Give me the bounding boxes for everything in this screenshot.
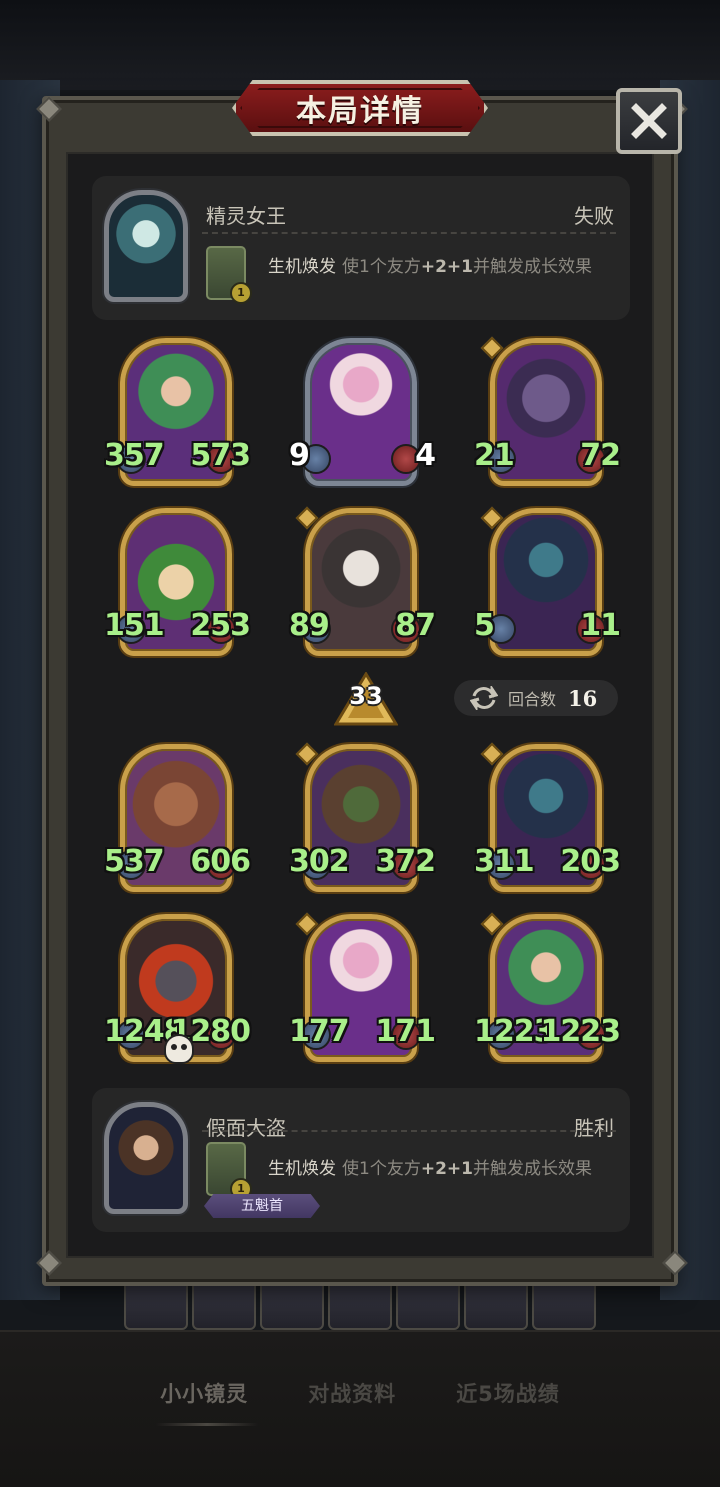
skill-description: 使1个友方+2+1并触发成长效果 xyxy=(342,1159,592,1179)
minion-card[interactable]: 177 171 xyxy=(289,912,436,1062)
minion-attack: 151 xyxy=(104,608,165,643)
round-cycle-icon xyxy=(470,686,498,710)
minion-health: 171 xyxy=(375,1014,436,1049)
minion-attack: 311 xyxy=(474,844,535,879)
skill-level: 1 xyxy=(230,282,252,304)
hero-skill-icon[interactable]: 1 xyxy=(206,246,252,304)
skill-desc-post: 并触发成长效果 xyxy=(472,1159,592,1179)
dialog-title: 本局详情 xyxy=(296,94,424,129)
tavern-tier-value: 33 xyxy=(349,682,383,710)
minion-attack: 302 xyxy=(289,844,350,879)
minion-card[interactable]: 151 253 xyxy=(104,508,251,656)
skull-icon xyxy=(164,1034,194,1064)
minion-attack: 357 xyxy=(104,438,165,473)
minion-health: 372 xyxy=(375,844,436,879)
title-plate: 本局详情 xyxy=(232,80,488,136)
minion-health: 573 xyxy=(190,438,251,473)
close-icon xyxy=(631,103,667,139)
minion-card[interactable]: 5 11 xyxy=(474,506,621,656)
minion-card[interactable]: 537 606 xyxy=(104,744,251,892)
minion-card[interactable]: 21 72 xyxy=(474,336,621,486)
minion-health: 203 xyxy=(560,844,621,879)
minion-card[interactable]: 311 203 xyxy=(474,742,621,892)
minion-health: 606 xyxy=(190,844,251,879)
minion-card[interactable]: 357 573 xyxy=(104,338,251,486)
minion-health: 72 xyxy=(580,438,621,473)
minion-card[interactable]: 302 372 xyxy=(289,742,436,892)
minion-card[interactable]: 1223 1223 xyxy=(474,912,621,1062)
minion-attack: 89 xyxy=(289,608,330,643)
tab-recent-5-matches[interactable]: 近5场战绩 xyxy=(452,1378,564,1418)
bottom-tabs: 小小镜灵 对战资料 近5场战绩 xyxy=(0,1378,720,1426)
skill-name: 生机焕发 xyxy=(268,257,336,277)
hero-skill-text: 生机焕发 使1个友方+2+1并触发成长效果 xyxy=(268,252,592,277)
player-result: 胜利 xyxy=(574,1116,614,1140)
skill-desc-pre: 使1个友方 xyxy=(342,1159,421,1179)
minion-card[interactable]: 1248 1280 xyxy=(104,914,251,1064)
skill-desc-bold: +2+1 xyxy=(420,257,473,277)
skill-description: 使1个友方+2+1并触发成长效果 xyxy=(342,257,592,277)
minion-attack: 21 xyxy=(474,438,515,473)
minion-health: 11 xyxy=(580,608,621,643)
player-card: 假面大盗 胜利 1 生机焕发 使1个友方+2+1并触发成长效果 五魁首 xyxy=(92,1088,630,1232)
round-value: 16 xyxy=(568,685,598,711)
round-label: 回合数 xyxy=(508,690,557,709)
tab-battle-info[interactable]: 对战资料 xyxy=(304,1378,400,1418)
skill-desc-pre: 使1个友方 xyxy=(342,257,421,277)
opponent-card: 精灵女王 失败 1 生机焕发 使1个友方+2+1并触发成长效果 xyxy=(92,176,630,320)
skill-desc-post: 并触发成长效果 xyxy=(472,257,592,277)
minion-health: 4 xyxy=(415,438,436,473)
close-button[interactable] xyxy=(616,88,682,154)
minion-card[interactable]: 94 xyxy=(289,338,436,486)
minion-attack: 537 xyxy=(104,844,165,879)
minion-health: 253 xyxy=(190,608,251,643)
opponent-result: 失败 xyxy=(574,204,614,228)
hero-skill-icon[interactable]: 1 xyxy=(206,1142,252,1200)
divider xyxy=(202,232,616,234)
hero-skill-text: 生机焕发 使1个友方+2+1并触发成长效果 xyxy=(268,1154,592,1179)
player-name: 假面大盗 xyxy=(206,1116,286,1140)
minion-card[interactable]: 89 87 xyxy=(289,506,436,656)
minion-attack: 9 xyxy=(289,438,310,473)
minion-health: 1223 xyxy=(540,1014,621,1049)
player-avatar[interactable] xyxy=(104,1102,188,1214)
opponent-avatar[interactable] xyxy=(104,190,188,302)
opponent-name: 精灵女王 xyxy=(206,204,286,228)
minion-attack: 177 xyxy=(289,1014,350,1049)
top-backdrop xyxy=(0,0,720,90)
minion-health: 87 xyxy=(395,608,436,643)
minion-attack: 5 xyxy=(474,608,495,643)
skill-desc-bold: +2+1 xyxy=(420,1159,473,1179)
round-counter: 回合数 16 xyxy=(454,680,618,716)
tab-little-mirror-spirit[interactable]: 小小镜灵 xyxy=(156,1378,259,1426)
skill-name: 生机焕发 xyxy=(268,1159,336,1179)
achievement-badge: 五魁首 xyxy=(204,1194,320,1218)
divider xyxy=(202,1130,616,1132)
